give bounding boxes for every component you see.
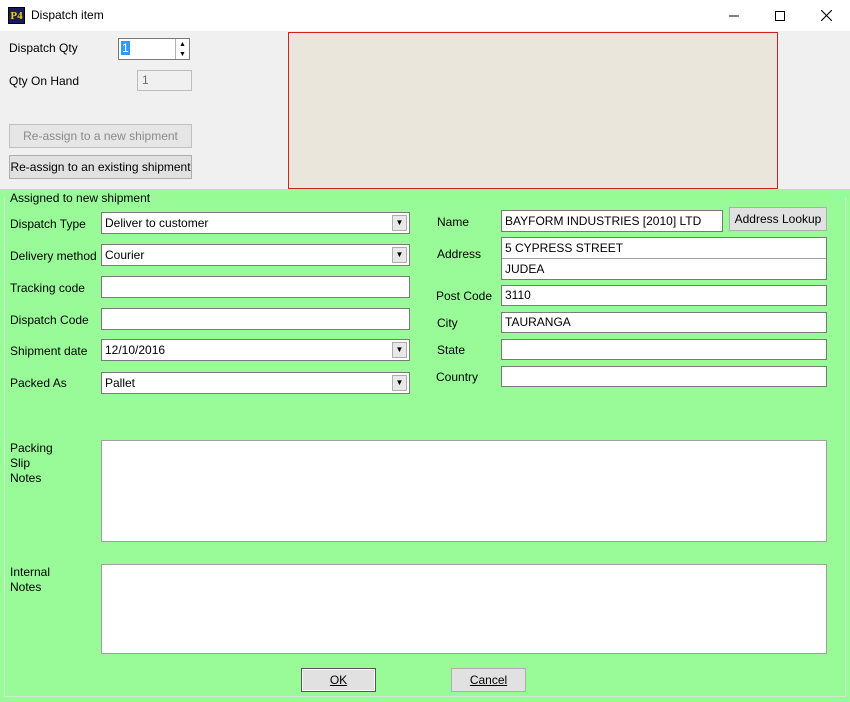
app-icon: P4 xyxy=(8,7,25,24)
maximize-icon xyxy=(775,10,785,21)
dispatch-qty-value[interactable]: 1 xyxy=(121,41,130,55)
address-line-2[interactable]: JUDEA xyxy=(502,259,826,280)
internal-label-line-1: Internal xyxy=(10,565,51,579)
internal-label-line-2: Notes xyxy=(10,580,42,594)
state-label: State xyxy=(437,343,466,357)
maximize-button[interactable] xyxy=(757,0,803,31)
qty-on-hand-field: 1 xyxy=(137,70,192,91)
packed-as-select[interactable]: Pallet ▼ xyxy=(101,372,410,394)
name-field[interactable]: BAYFORM INDUSTRIES [2010] LTD xyxy=(501,210,723,232)
dropdown-arrow-icon[interactable]: ▼ xyxy=(392,375,407,391)
shipment-date-picker[interactable]: 12/10/2016 ▼ xyxy=(101,339,410,361)
cancel-button-label: Cancel xyxy=(469,673,508,687)
name-label: Name xyxy=(437,215,470,229)
close-icon xyxy=(820,10,832,21)
post-code-label: Post Code xyxy=(436,289,493,303)
ok-button[interactable]: OK xyxy=(301,668,376,692)
spin-down-icon[interactable]: ▼ xyxy=(176,49,189,59)
reassign-existing-shipment-button[interactable]: Re-assign to an existing shipment xyxy=(9,155,192,179)
cancel-button[interactable]: Cancel xyxy=(451,668,526,692)
reassign-new-shipment-button[interactable]: Re-assign to a new shipment xyxy=(9,124,192,148)
dispatch-qty-label: Dispatch Qty xyxy=(9,41,78,55)
dispatch-type-select[interactable]: Deliver to customer ▼ xyxy=(101,212,410,234)
shipment-date-value: 12/10/2016 xyxy=(105,343,166,357)
packed-as-label: Packed As xyxy=(10,376,67,390)
dispatch-type-label: Dispatch Type xyxy=(10,217,86,231)
country-label: Country xyxy=(436,370,479,384)
spin-up-icon[interactable]: ▲ xyxy=(176,39,189,49)
state-field[interactable] xyxy=(501,339,827,360)
dispatch-code-label: Dispatch Code xyxy=(10,313,89,327)
delivery-method-select[interactable]: Courier ▼ xyxy=(101,244,410,266)
dispatch-type-value: Deliver to customer xyxy=(105,216,209,230)
packing-label-line-3: Notes xyxy=(10,471,42,485)
city-field[interactable]: TAURANGA xyxy=(501,312,827,333)
qty-on-hand-label: Qty On Hand xyxy=(9,74,80,88)
address-label: Address xyxy=(437,247,482,261)
dispatch-qty-spinner[interactable]: 1 ▲ ▼ xyxy=(118,38,190,60)
country-field[interactable] xyxy=(501,366,827,387)
packing-slip-notes-label: Packing Slip Notes xyxy=(10,441,53,486)
minimize-icon xyxy=(729,15,739,16)
delivery-method-value: Courier xyxy=(105,248,145,262)
close-button[interactable] xyxy=(803,0,849,31)
packing-slip-notes-field[interactable] xyxy=(101,440,827,542)
packed-as-value: Pallet xyxy=(105,376,136,390)
tracking-code-label: Tracking code xyxy=(10,281,85,295)
delivery-method-label: Delivery method xyxy=(10,249,97,263)
spin-buttons[interactable]: ▲ ▼ xyxy=(175,39,189,59)
group-title: Assigned to new shipment xyxy=(8,191,153,205)
ok-button-label: OK xyxy=(329,673,348,687)
window-title: Dispatch item xyxy=(31,8,104,22)
address-lookup-button[interactable]: Address Lookup xyxy=(729,207,827,231)
dropdown-arrow-icon[interactable]: ▼ xyxy=(392,342,407,358)
preview-panel xyxy=(288,32,778,189)
internal-notes-label: Internal Notes xyxy=(10,565,50,595)
packing-label-line-2: Slip xyxy=(10,456,31,470)
tracking-code-field[interactable] xyxy=(101,276,410,298)
city-label: City xyxy=(437,316,458,330)
post-code-field[interactable]: 3110 xyxy=(501,285,827,306)
address-field[interactable]: 5 CYPRESS STREET JUDEA xyxy=(501,237,827,280)
packing-label-line-1: Packing xyxy=(10,441,53,455)
minimize-button[interactable] xyxy=(711,0,757,31)
dropdown-arrow-icon[interactable]: ▼ xyxy=(392,247,407,263)
dropdown-arrow-icon[interactable]: ▼ xyxy=(392,215,407,231)
address-line-1[interactable]: 5 CYPRESS STREET xyxy=(502,238,826,259)
title-bar: P4 Dispatch item xyxy=(0,0,850,31)
dispatch-code-field[interactable] xyxy=(101,308,410,330)
internal-notes-field[interactable] xyxy=(101,564,827,654)
shipment-date-label: Shipment date xyxy=(10,344,88,358)
